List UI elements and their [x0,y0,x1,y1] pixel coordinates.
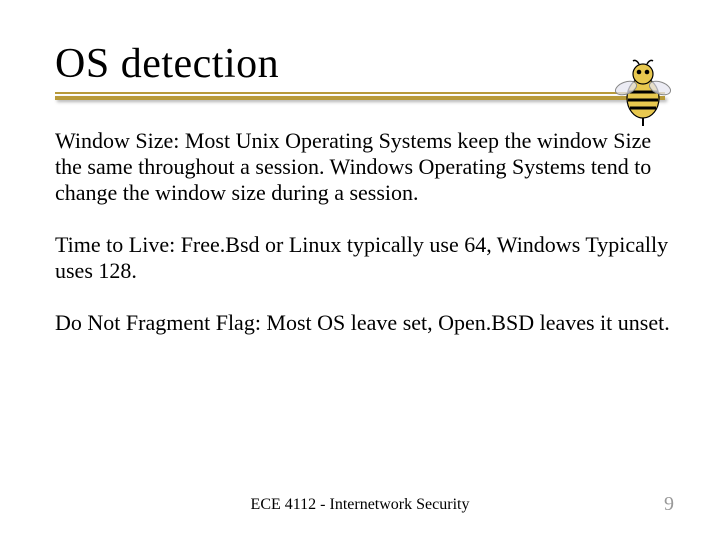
page-number: 9 [664,493,674,516]
slide-title: OS detection [55,42,670,86]
title-underline [55,92,665,106]
underline-thick [55,96,665,100]
buzz-mascot-icon [608,58,678,128]
body-paragraph: Time to Live: Free.Bsd or Linux typicall… [55,232,670,284]
underline-thin [55,92,665,94]
body-paragraph: Window Size: Most Unix Operating Systems… [55,128,670,206]
slide: OS detection Window Size: Most Unix Oper… [0,0,720,540]
title-row: OS detection [55,42,670,106]
slide-body: Window Size: Most Unix Operating Systems… [55,128,670,336]
footer-text: ECE 4112 - Internetwork Security [0,496,720,514]
body-paragraph: Do Not Fragment Flag: Most OS leave set,… [55,310,670,336]
